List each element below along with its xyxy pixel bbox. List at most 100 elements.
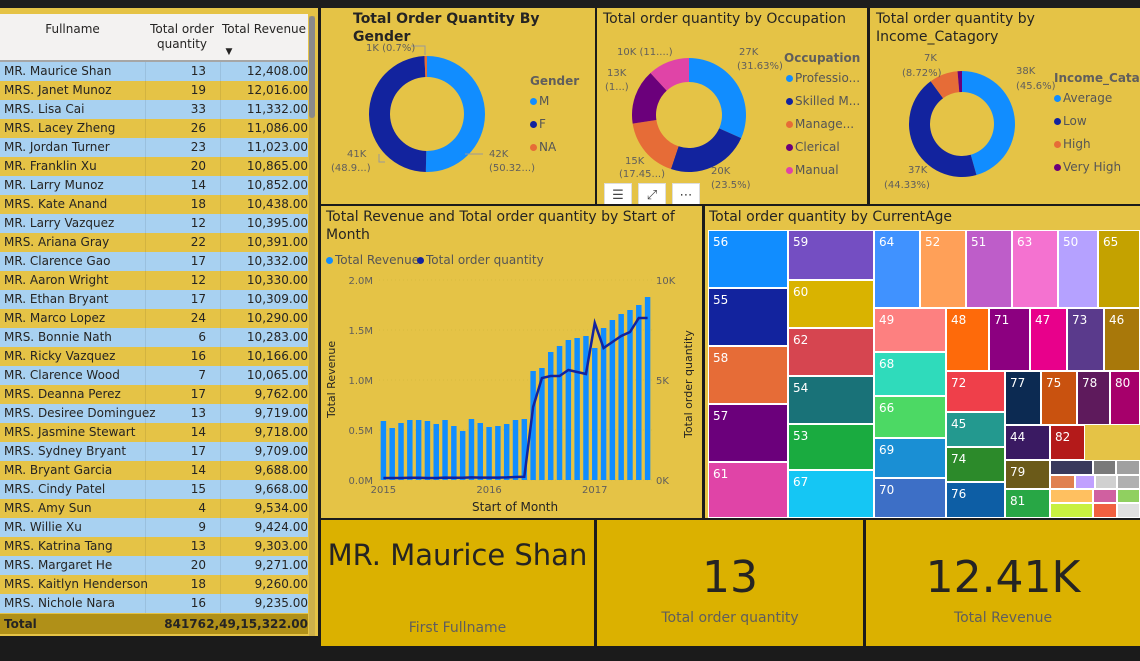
treemap-cell-age-76[interactable]: 76 — [946, 482, 1005, 518]
treemap-cell-age-64[interactable]: 64 — [874, 230, 920, 308]
table-row[interactable]: MRS. Lisa Cai 33 11,332.00 — [0, 100, 308, 119]
occupation-legend-item[interactable]: Skilled M... — [786, 94, 860, 108]
revenue-bar[interactable] — [556, 346, 563, 480]
treemap-cell-small[interactable] — [1116, 460, 1140, 475]
table-row[interactable]: MR. Aaron Wright 12 10,330.00 — [0, 271, 308, 290]
occupation-donut-visual[interactable]: Total order quantity by Occupation 10K (… — [597, 8, 867, 204]
table-row[interactable]: MRS. Katrina Tang 13 9,303.00 — [0, 537, 308, 556]
treemap-cell-small[interactable] — [1075, 475, 1095, 489]
treemap-cell-small[interactable] — [1050, 503, 1093, 518]
income-legend-item[interactable]: Very High — [1054, 160, 1121, 174]
treemap-cell-age-71[interactable]: 71 — [989, 308, 1030, 371]
treemap-cell-age-49[interactable]: 49 — [874, 308, 946, 352]
revenue-bar[interactable] — [398, 423, 404, 480]
revenue-bar[interactable] — [503, 424, 510, 480]
gender-legend-f[interactable]: F — [530, 117, 546, 131]
revenue-quantity-combo-visual[interactable]: Total Revenue and Total order quantity b… — [321, 206, 702, 518]
filter-icon[interactable]: ☰ — [604, 183, 632, 204]
revenue-bar[interactable] — [495, 426, 501, 480]
table-row[interactable]: MRS. Deanna Perez 17 9,762.00 — [0, 385, 308, 404]
gender-donut-visual[interactable]: Total Order Quantity By Gender 1K (0.7%)… — [321, 8, 595, 204]
treemap-cell-age-52[interactable]: 52 — [920, 230, 966, 308]
table-row[interactable]: MRS. Margaret He 20 9,271.00 — [0, 556, 308, 575]
treemap-cell-small[interactable] — [1050, 475, 1075, 489]
treemap-cell-age-50[interactable]: 50 — [1058, 230, 1098, 308]
table-row[interactable]: MR. Larry Vazquez 12 10,395.00 — [0, 214, 308, 233]
treemap-cell-age-58[interactable]: 58 — [708, 346, 788, 404]
table-row[interactable]: MR. Franklin Xu 20 10,865.00 — [0, 157, 308, 176]
revenue-bar[interactable] — [451, 426, 457, 480]
table-row[interactable]: MR. Ricky Vazquez 16 10,166.00 — [0, 347, 308, 366]
first-fullname-card[interactable]: MR. Maurice Shan First Fullname — [321, 520, 594, 646]
table-row[interactable]: MR. Maurice Shan 13 12,408.00 — [0, 62, 308, 81]
treemap-cell-age-75[interactable]: 75 — [1041, 371, 1077, 425]
treemap-cell-small[interactable] — [1050, 489, 1093, 503]
revenue-bar[interactable] — [512, 420, 519, 480]
treemap-cell-age-73[interactable]: 73 — [1067, 308, 1104, 371]
treemap-cell-small[interactable] — [1095, 475, 1117, 489]
column-header-fullname[interactable]: Fullname — [0, 22, 145, 37]
more-options-icon[interactable]: ⋯ — [672, 183, 700, 204]
treemap-cell-age-47[interactable]: 47 — [1030, 308, 1067, 371]
table-row[interactable]: MRS. Kaitlyn Henderson 18 9,260.00 — [0, 575, 308, 594]
treemap-cell-age-65[interactable]: 65 — [1098, 230, 1140, 308]
treemap-cell-age-45[interactable]: 45 — [946, 412, 1005, 447]
treemap-cell-age-56[interactable]: 56 — [708, 230, 788, 288]
treemap-cell-small[interactable] — [1093, 503, 1117, 518]
revenue-bar[interactable] — [442, 420, 448, 480]
table-row[interactable]: MRS. Janet Munoz 19 12,016.00 — [0, 81, 308, 100]
donut-slice-f[interactable] — [368, 56, 427, 172]
total-revenue-card[interactable]: 12.41K Total Revenue — [866, 520, 1140, 646]
treemap-cell-age-62[interactable]: 62 — [788, 328, 874, 376]
table-row[interactable]: MRS. Jasmine Stewart 14 9,718.00 — [0, 423, 308, 442]
table-row[interactable]: MR. Clarence Wood 7 10,065.00 — [0, 366, 308, 385]
treemap-cell-age-63[interactable]: 63 — [1012, 230, 1058, 308]
treemap-cell-age-80[interactable]: 80 — [1110, 371, 1140, 425]
treemap-cell-age-77[interactable]: 77 — [1005, 371, 1041, 425]
treemap-cell-age-72[interactable]: 72 — [946, 371, 1005, 412]
treemap-cell-age-81[interactable]: 81 — [1005, 489, 1050, 518]
treemap-cell-age-66[interactable]: 66 — [874, 396, 946, 438]
treemap-cell-age-67[interactable]: 67 — [788, 470, 874, 518]
income-legend-item[interactable]: Average — [1054, 91, 1112, 105]
treemap-cell-age-46[interactable]: 46 — [1104, 308, 1140, 371]
table-row[interactable]: MRS. Kate Anand 18 10,438.00 — [0, 195, 308, 214]
treemap-cell-small[interactable] — [1117, 489, 1140, 503]
table-row[interactable]: MRS. Sydney Bryant 17 9,709.00 — [0, 442, 308, 461]
treemap-cell-age-69[interactable]: 69 — [874, 438, 946, 478]
revenue-bar[interactable] — [477, 423, 484, 480]
treemap-cell-age-78[interactable]: 78 — [1077, 371, 1110, 425]
focus-mode-icon[interactable]: ⤢ — [638, 183, 666, 204]
gender-legend-m[interactable]: M — [530, 94, 549, 108]
age-treemap-visual[interactable]: Total order quantity by CurrentAge 56 55 5… — [705, 206, 1140, 518]
revenue-bar[interactable] — [389, 428, 395, 480]
revenue-bar[interactable] — [424, 421, 431, 480]
income-legend-item[interactable]: High — [1054, 137, 1091, 151]
table-row[interactable]: MR. Marco Lopez 24 10,290.00 — [0, 309, 308, 328]
table-row[interactable]: MR. Larry Munoz 14 10,852.00 — [0, 176, 308, 195]
occupation-legend-item[interactable]: Manage... — [786, 117, 854, 131]
gender-legend-na[interactable]: NA — [530, 140, 556, 154]
treemap-cell-age-60[interactable]: 60 — [788, 280, 874, 328]
table-row[interactable]: MRS. Bonnie Nath 6 10,283.00 — [0, 328, 308, 347]
revenue-bar[interactable] — [627, 310, 633, 480]
treemap-cell-age-48[interactable]: 48 — [946, 308, 989, 371]
table-row[interactable]: MR. Ethan Bryant 17 10,309.00 — [0, 290, 308, 309]
revenue-bar[interactable] — [415, 420, 422, 480]
table-row[interactable]: MR. Clarence Gao 17 10,332.00 — [0, 252, 308, 271]
table-row[interactable]: MRS. Cindy Patel 15 9,668.00 — [0, 480, 308, 499]
revenue-bar[interactable] — [407, 420, 413, 480]
scrollbar-thumb[interactable] — [309, 16, 315, 118]
treemap-cell-age-70[interactable]: 70 — [874, 478, 946, 518]
revenue-bar[interactable] — [547, 352, 554, 480]
income-legend-item[interactable]: Low — [1054, 114, 1087, 128]
table-row[interactable]: MRS. Desiree Dominguez 13 9,719.00 — [0, 404, 308, 423]
revenue-bar[interactable] — [636, 305, 642, 480]
donut-slice-m[interactable] — [425, 56, 485, 172]
revenue-bar[interactable] — [486, 427, 492, 480]
treemap-cell-age-82[interactable]: 82 — [1050, 425, 1085, 460]
treemap-cell-age-61[interactable]: 61 — [708, 462, 788, 518]
revenue-bar[interactable] — [433, 424, 439, 480]
treemap-cell-small[interactable] — [1050, 460, 1093, 475]
column-header-order-quantity[interactable]: Total order quantity — [146, 22, 218, 52]
